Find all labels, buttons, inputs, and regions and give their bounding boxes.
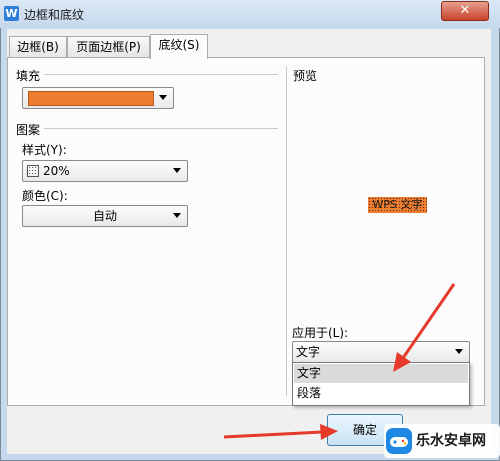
watermark-text: 乐水安卓网 xyxy=(416,433,486,449)
annotation-arrows xyxy=(223,283,456,440)
watermark: 乐水安卓网 xyxy=(384,424,500,458)
gamepad-icon xyxy=(386,428,412,454)
tab-shading[interactable]: 底纹(S) xyxy=(150,34,208,59)
arrow-to-ok-icon xyxy=(223,424,338,440)
arrow-to-option-icon xyxy=(393,283,456,372)
